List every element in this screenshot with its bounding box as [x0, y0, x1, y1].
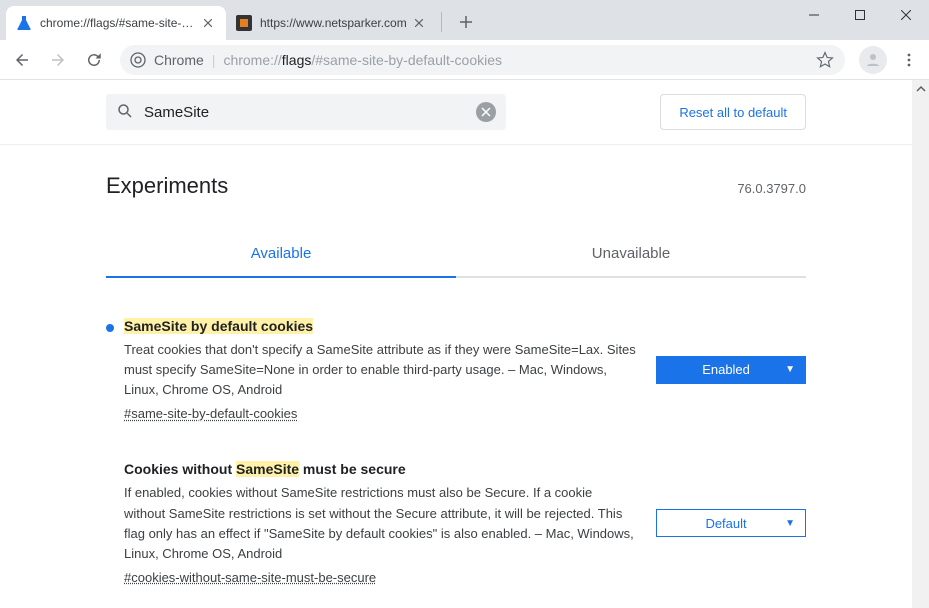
reload-button[interactable] — [78, 44, 110, 76]
omnibox-separator: | — [212, 52, 216, 68]
clear-search-button[interactable] — [476, 102, 496, 122]
flag-item: Cookies without SameSite must be secure … — [106, 461, 806, 585]
back-button[interactable] — [6, 44, 38, 76]
chrome-version: 76.0.3797.0 — [737, 181, 806, 196]
flag-anchor-link[interactable]: #same-site-by-default-cookies — [124, 406, 297, 421]
new-tab-button[interactable] — [452, 8, 480, 36]
flask-icon — [16, 15, 32, 31]
site-favicon — [236, 15, 252, 31]
scrollbar-up-arrow-icon[interactable] — [912, 80, 929, 97]
tab-separator — [441, 12, 442, 32]
flag-state-select[interactable]: Enabled ▼ — [656, 356, 806, 384]
kebab-menu-icon[interactable] — [895, 46, 923, 74]
chevron-down-icon: ▼ — [785, 364, 795, 375]
flags-search-input[interactable]: SameSite — [106, 94, 506, 130]
profile-avatar[interactable] — [859, 46, 887, 74]
search-value: SameSite — [144, 104, 476, 121]
omnibox-source-label: Chrome — [154, 52, 204, 68]
window-minimize-button[interactable] — [791, 0, 837, 30]
flag-state-select[interactable]: Default ▼ — [656, 509, 806, 537]
forward-button[interactable] — [42, 44, 74, 76]
window-close-button[interactable] — [883, 0, 929, 30]
omnibox[interactable]: Chrome | chrome://flags/#same-site-by-de… — [120, 45, 845, 75]
browser-tab-active[interactable]: chrome://flags/#same-site-by-de — [6, 6, 226, 40]
tab-title: chrome://flags/#same-site-by-de — [40, 16, 196, 30]
bookmark-star-icon[interactable] — [815, 50, 835, 70]
flag-title: Cookies without SameSite must be secure — [124, 461, 636, 477]
tab-close-button[interactable] — [200, 15, 216, 31]
reset-all-button[interactable]: Reset all to default — [660, 94, 806, 130]
modified-dot-icon — [106, 324, 114, 332]
tab-available[interactable]: Available — [106, 231, 456, 278]
flag-anchor-link[interactable]: #cookies-without-same-site-must-be-secur… — [124, 570, 376, 585]
search-icon — [116, 102, 134, 123]
vertical-scrollbar[interactable] — [912, 80, 929, 608]
experiments-heading: Experiments — [106, 173, 228, 199]
omnibox-url: chrome://flags/#same-site-by-default-coo… — [223, 52, 502, 68]
toolbar: Chrome | chrome://flags/#same-site-by-de… — [0, 40, 929, 80]
chevron-down-icon: ▼ — [785, 518, 795, 529]
flag-item: SameSite by default cookies Treat cookie… — [106, 318, 806, 421]
flag-title: SameSite by default cookies — [124, 318, 636, 334]
browser-tab[interactable]: https://www.netsparker.com — [226, 6, 437, 40]
tab-strip: chrome://flags/#same-site-by-de https://… — [0, 0, 929, 40]
flag-description: If enabled, cookies without SameSite res… — [124, 483, 636, 564]
tab-title: https://www.netsparker.com — [260, 16, 407, 30]
tab-close-button[interactable] — [411, 15, 427, 31]
tab-unavailable[interactable]: Unavailable — [456, 231, 806, 278]
window-maximize-button[interactable] — [837, 0, 883, 30]
chrome-icon — [130, 52, 146, 68]
flags-header-bar: SameSite Reset all to default — [0, 80, 912, 145]
flag-description: Treat cookies that don't specify a SameS… — [124, 340, 636, 400]
